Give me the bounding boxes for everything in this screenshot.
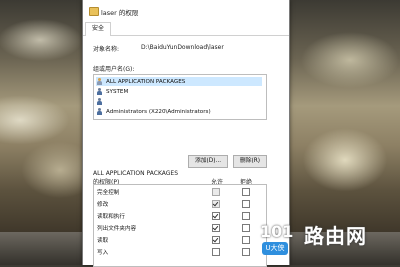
deny-checkbox[interactable] <box>242 236 250 244</box>
permission-row: 修改 <box>94 199 266 209</box>
object-name-label: 对象名称: <box>93 46 120 53</box>
list-item[interactable]: Administrators (X220\Administrators) <box>96 107 262 116</box>
list-item[interactable]: SYSTEM <box>96 87 262 96</box>
permission-row: 完全控制 <box>94 187 266 197</box>
permission-name: 列出文件夹内容 <box>97 226 137 232</box>
permissions-dialog: laser 的权限 安全 对象名称: D:\BaiduYunDownload\l… <box>82 0 290 267</box>
permission-row: 列出文件夹内容 <box>94 223 266 233</box>
deny-checkbox[interactable] <box>242 212 250 220</box>
permission-name: 修改 <box>97 202 109 208</box>
tab-security[interactable]: 安全 <box>85 22 112 37</box>
permission-row: 读取 <box>94 235 266 245</box>
permission-row: 读取和执行 <box>94 211 266 221</box>
remove-button[interactable]: 删除(R) <box>233 155 267 168</box>
user-group-icon <box>96 108 103 115</box>
permission-name: 完全控制 <box>97 190 120 196</box>
permission-row: 写入 <box>94 247 266 257</box>
list-item-label: Administrators (X220\Administrators) <box>106 108 211 115</box>
allow-checkbox[interactable] <box>212 212 220 220</box>
deny-checkbox[interactable] <box>242 248 250 256</box>
permission-name: 读取 <box>97 238 109 244</box>
list-item[interactable] <box>96 97 262 106</box>
permissions-table: 完全控制修改读取和执行列出文件夹内容 读取写入 <box>93 184 267 267</box>
allow-checkbox[interactable] <box>212 248 220 256</box>
tab-strip: 安全 <box>83 22 289 37</box>
groups-list[interactable]: ALL APPLICATION PACKAGES SYSTEM Administ… <box>93 74 267 120</box>
package-user-icon <box>96 78 103 85</box>
permission-name: 读取和执行 <box>97 214 125 220</box>
user-group-icon <box>96 88 103 95</box>
allow-checkbox[interactable] <box>212 200 220 208</box>
groups-label: 组或用户名(G): <box>93 66 135 73</box>
permission-name: 写入 <box>97 250 109 256</box>
allow-checkbox[interactable] <box>212 236 220 244</box>
add-button[interactable]: 添加(D)... <box>188 155 228 168</box>
deny-checkbox[interactable] <box>242 224 250 232</box>
allow-checkbox[interactable] <box>212 224 220 232</box>
list-item[interactable]: ALL APPLICATION PACKAGES <box>96 77 262 86</box>
folder-icon <box>89 7 99 16</box>
list-item-label: ALL APPLICATION PACKAGES <box>106 78 186 85</box>
deny-checkbox[interactable] <box>242 188 250 196</box>
security-panel: 对象名称: D:\BaiduYunDownload\laser 组或用户名(G)… <box>83 36 289 267</box>
logo-text: 路由网 <box>304 224 367 248</box>
logo-badge: U大侠 <box>262 242 288 255</box>
allow-checkbox[interactable] <box>212 188 220 196</box>
logo-number: 101 <box>260 222 294 241</box>
user-icon <box>96 98 103 105</box>
title-bar[interactable]: laser 的权限 <box>83 0 289 22</box>
watermark-logo: 101 路由网 U大侠 <box>260 218 400 265</box>
window-title: laser 的权限 <box>101 9 139 17</box>
object-name-value: D:\BaiduYunDownload\laser <box>141 44 224 51</box>
permissions-header: ALL APPLICATION PACKAGES <box>93 170 179 177</box>
list-item-label: SYSTEM <box>106 88 129 95</box>
deny-checkbox[interactable] <box>242 200 250 208</box>
